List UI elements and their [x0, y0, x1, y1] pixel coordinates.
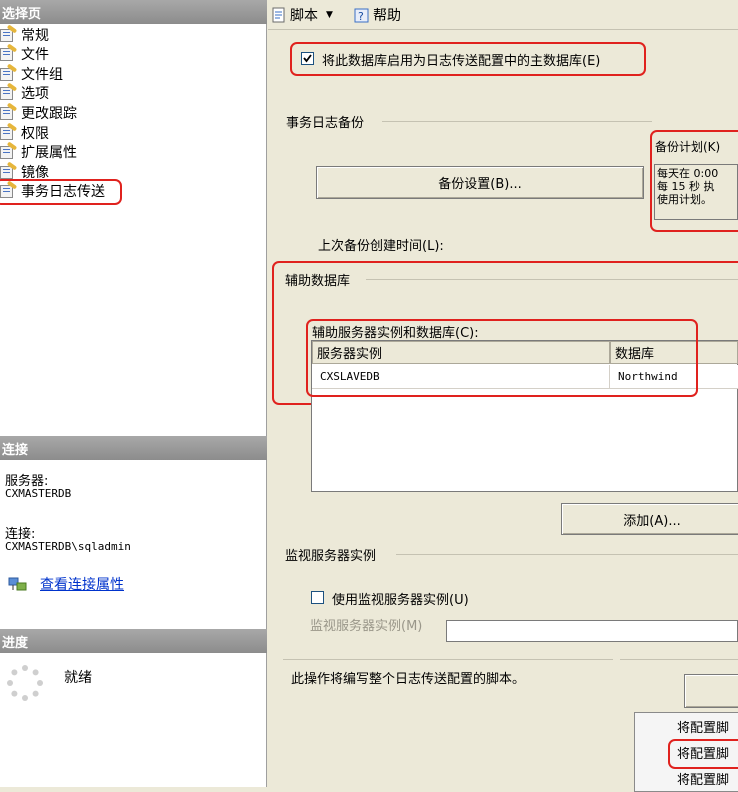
connection-properties-icon	[8, 575, 28, 593]
nav-item-label: 选项	[21, 86, 49, 103]
svg-text:?: ?	[358, 10, 364, 23]
script-note: 此操作将编写整个日志传送配置的脚本。	[291, 672, 526, 687]
toolbar: 脚本 ▼ ? 帮助	[268, 0, 738, 30]
backup-settings-button[interactable]: 备份设置(B)...	[316, 166, 644, 199]
script-button[interactable]: 脚本 ▼	[271, 5, 333, 25]
add-button[interactable]: 添加(A)...	[561, 503, 738, 535]
divider	[382, 121, 652, 122]
progress-header: 进度	[0, 629, 267, 653]
connection-value: CXMASTERDB\sqladmin	[5, 540, 131, 553]
page-icon	[0, 82, 18, 101]
menu-item-script-to-clipboard[interactable]: 将配置脚	[640, 766, 738, 790]
help-icon: ?	[354, 7, 370, 23]
monitor-instance-input[interactable]	[446, 620, 738, 642]
highlight-enable-primary	[290, 42, 646, 76]
use-monitor-label: 使用监视服务器实例(U)	[332, 593, 469, 608]
nav-item[interactable]: 扩展属性	[0, 141, 77, 162]
script-label: 脚本	[290, 8, 318, 24]
nav-item[interactable]: 选项	[0, 82, 49, 103]
help-button[interactable]: ? 帮助	[354, 5, 401, 25]
highlight-menu-item	[668, 739, 738, 769]
use-monitor-checkbox[interactable]	[311, 591, 324, 604]
tlog-backup-group-label: 事务日志备份	[286, 116, 365, 131]
progress-spinner-icon	[6, 664, 44, 702]
script-icon	[271, 7, 287, 23]
page-icon	[0, 121, 18, 141]
divider	[396, 554, 738, 555]
page-icon	[0, 63, 18, 82]
left-pane: 选择页 常规 文件 文件组 选项 更改跟踪 权限 扩展属性 镜像 事务日志传送 连接 服务器: …	[0, 0, 267, 787]
page-icon	[0, 161, 18, 180]
connection-header: 连接	[0, 436, 267, 460]
nav-item[interactable]: 常规	[0, 23, 49, 44]
monitor-instance-label: 监视服务器实例(M)	[310, 619, 423, 634]
highlight-log-shipping	[0, 179, 122, 205]
nav-item[interactable]: 文件组	[0, 63, 63, 83]
page-icon	[0, 102, 18, 121]
page-icon	[0, 43, 18, 62]
chevron-down-icon: ▼	[326, 10, 333, 20]
highlight-backup-schedule	[650, 130, 738, 232]
nav-item-label: 文件	[21, 47, 49, 64]
page-icon	[0, 23, 18, 43]
nav-item-label: 更改跟踪	[21, 105, 77, 122]
highlight-secondary-grid	[306, 319, 698, 397]
divider	[620, 659, 738, 660]
nav-item-label: 扩展属性	[21, 145, 77, 162]
help-label: 帮助	[373, 8, 401, 24]
nav-item[interactable]: 权限	[0, 121, 49, 142]
nav-item-label: 常规	[21, 27, 49, 44]
nav-item[interactable]: 文件	[0, 43, 49, 64]
page-icon	[0, 141, 18, 160]
last-backup-label: 上次备份创建时间(L):	[318, 239, 444, 254]
view-connection-properties-link[interactable]: 查看连接属性	[40, 574, 124, 594]
select-page-header: 选择页	[0, 0, 267, 24]
server-value: CXMASTERDB	[5, 487, 72, 500]
menu-item-script-to-new-window[interactable]: 将配置脚	[640, 714, 738, 738]
monitor-group-label: 监视服务器实例	[285, 549, 377, 564]
nav-item-label: 文件组	[21, 66, 63, 83]
nav-item-label: 权限	[21, 125, 49, 142]
progress-status: 就绪	[64, 670, 92, 686]
script-configuration-button[interactable]	[684, 674, 738, 708]
divider	[283, 659, 613, 660]
nav-item[interactable]: 更改跟踪	[0, 102, 77, 122]
